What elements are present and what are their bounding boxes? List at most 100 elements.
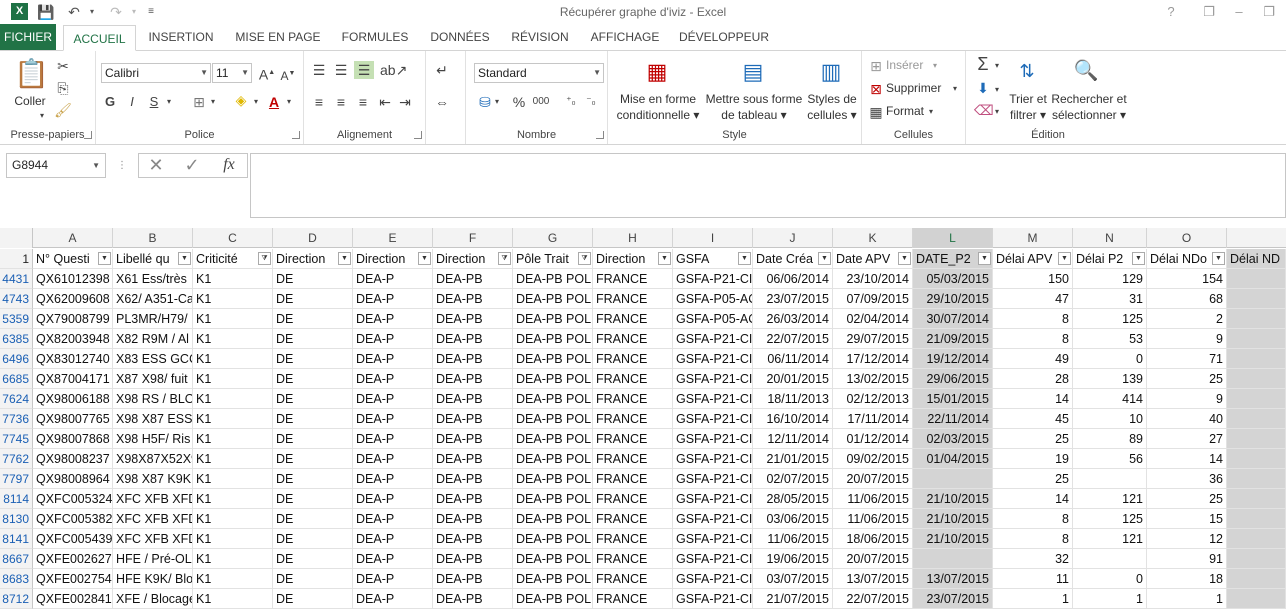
table-cell[interactable]: 150 (993, 269, 1073, 289)
table-cell[interactable]: QX98006188 (33, 389, 113, 409)
clear-icon[interactable]: ⌫ (974, 101, 994, 119)
table-cell[interactable]: 03/06/2015 (753, 509, 833, 529)
table-cell[interactable]: 01/04/2015 (913, 449, 993, 469)
table-cell[interactable]: DEA-P (353, 549, 433, 569)
insert-function-button[interactable]: fx (217, 156, 241, 174)
table-cell[interactable] (1227, 349, 1286, 369)
table-cell[interactable]: DEA-P (353, 509, 433, 529)
table-cell[interactable]: 28 (993, 369, 1073, 389)
table-cell[interactable]: FRANCE (593, 449, 673, 469)
row-header[interactable]: 8141 (0, 529, 33, 549)
fill-icon[interactable]: ⬇ (974, 79, 992, 97)
number-launcher-icon[interactable] (596, 131, 604, 139)
table-cell[interactable]: HFE / Pré-OL (113, 549, 193, 569)
table-cell[interactable]: GSFA-P21-CI (673, 369, 753, 389)
filter-dropdown-icon[interactable]: ▼ (1212, 252, 1225, 265)
table-cell[interactable]: DEA-PB POLE (513, 389, 593, 409)
underline-dropdown-icon[interactable]: ▾ (164, 93, 174, 111)
table-cell[interactable]: QXFE002841 (33, 589, 113, 609)
table-cell[interactable]: DEA-P (353, 289, 433, 309)
table-cell[interactable]: FRANCE (593, 309, 673, 329)
column-header-k[interactable]: K (833, 228, 913, 248)
autosum-icon[interactable]: Σ (974, 55, 992, 73)
table-cell[interactable]: HFE K9K/ Blo (113, 569, 193, 589)
filter-active-icon[interactable]: ⧩ (578, 252, 591, 265)
table-cell[interactable] (1227, 589, 1286, 609)
table-cell[interactable]: DE (273, 269, 353, 289)
conditional-formatting-button[interactable]: Mise en forme conditionnelle ▾ (614, 91, 702, 123)
table-cell[interactable] (1227, 289, 1286, 309)
paste-icon[interactable]: 📋 (14, 57, 49, 91)
table-cell[interactable]: GSFA-P21-CI (673, 429, 753, 449)
filter-active-icon[interactable]: ⧩ (498, 252, 511, 265)
font-color-dropdown-icon[interactable]: ▾ (284, 93, 294, 111)
table-cell[interactable] (1227, 469, 1286, 489)
table-cell[interactable]: 414 (1073, 389, 1147, 409)
cell-styles-button[interactable]: Styles de cellules ▾ (804, 91, 860, 123)
table-cell[interactable]: 25 (1147, 489, 1227, 509)
table-cell[interactable]: DEA-PB POLE (513, 409, 593, 429)
table-cell[interactable]: 0 (1073, 569, 1147, 589)
increase-decimal-icon[interactable]: ⁺₀ (562, 93, 580, 111)
table-cell[interactable]: 16/10/2014 (753, 409, 833, 429)
table-cell[interactable]: DEA-PB (433, 529, 513, 549)
table-cell[interactable]: 28/05/2015 (753, 489, 833, 509)
table-cell[interactable]: GSFA-P21-CI (673, 389, 753, 409)
table-cell[interactable]: DE (273, 529, 353, 549)
table-cell[interactable]: DEA-PB POLE (513, 329, 593, 349)
table-cell[interactable]: DEA-P (353, 449, 433, 469)
table-cell[interactable]: 07/09/2015 (833, 289, 913, 309)
table-cell[interactable]: 18/11/2013 (753, 389, 833, 409)
column-header-d[interactable]: D (273, 228, 353, 248)
table-cell[interactable]: DEA-PB (433, 369, 513, 389)
table-cell[interactable]: 29/06/2015 (913, 369, 993, 389)
row-header[interactable]: 5359 (0, 309, 33, 329)
table-cell[interactable]: 21/01/2015 (753, 449, 833, 469)
cancel-entry-icon[interactable]: ✕ (145, 156, 167, 174)
table-cell[interactable]: 49 (993, 349, 1073, 369)
table-cell[interactable]: K1 (193, 429, 273, 449)
row-header[interactable]: 4431 (0, 269, 33, 289)
table-cell[interactable]: K1 (193, 469, 273, 489)
row-header[interactable]: 6385 (0, 329, 33, 349)
font-color-icon[interactable]: A (266, 93, 282, 111)
row-header[interactable]: 8667 (0, 549, 33, 569)
autosum-dropdown-icon[interactable]: ▾ (992, 57, 1002, 75)
table-cell[interactable]: DEA-PB POLE (513, 289, 593, 309)
table-cell[interactable]: QXFE002754 (33, 569, 113, 589)
table-cell[interactable] (1227, 569, 1286, 589)
font-launcher-icon[interactable] (292, 131, 300, 139)
table-cell[interactable]: 0 (1073, 349, 1147, 369)
table-cell[interactable]: 14 (993, 389, 1073, 409)
table-cell[interactable]: QX62009608 (33, 289, 113, 309)
row-header[interactable]: 8130 (0, 509, 33, 529)
table-cell[interactable]: 29/10/2015 (913, 289, 993, 309)
accounting-dropdown-icon[interactable]: ▾ (492, 93, 502, 111)
ribbon-display-icon[interactable]: ❐ (1196, 3, 1222, 21)
format-as-table-button[interactable]: Mettre sous forme de tableau ▾ (704, 91, 804, 123)
table-cell[interactable]: 11/06/2015 (833, 509, 913, 529)
table-cell[interactable]: 15 (1147, 509, 1227, 529)
table-cell[interactable] (1227, 429, 1286, 449)
row-header[interactable]: 7745 (0, 429, 33, 449)
table-cell[interactable]: DEA-PB (433, 389, 513, 409)
table-cell[interactable]: DEA-PB POLE (513, 509, 593, 529)
table-cell[interactable]: 13/07/2015 (833, 569, 913, 589)
table-cell[interactable]: XFC XFB XFD (113, 489, 193, 509)
column-header-m[interactable]: M (993, 228, 1073, 248)
table-cell[interactable]: DEA-PB POLE (513, 309, 593, 329)
row-header[interactable]: 7624 (0, 389, 33, 409)
table-cell[interactable]: DE (273, 349, 353, 369)
table-cell[interactable]: FRANCE (593, 529, 673, 549)
table-cell[interactable]: X82 R9M / Al (113, 329, 193, 349)
table-cell[interactable]: FRANCE (593, 549, 673, 569)
table-cell[interactable]: DE (273, 489, 353, 509)
table-cell[interactable]: DEA-PB (433, 449, 513, 469)
minimize-icon[interactable]: – (1226, 3, 1252, 21)
table-cell[interactable]: GSFA-P21-CI (673, 509, 753, 529)
table-cell[interactable] (1227, 489, 1286, 509)
table-cell[interactable]: 19/12/2014 (913, 349, 993, 369)
table-cell[interactable]: DEA-P (353, 589, 433, 609)
table-cell[interactable]: X83 ESS GCC (113, 349, 193, 369)
table-cell[interactable]: 18 (1147, 569, 1227, 589)
